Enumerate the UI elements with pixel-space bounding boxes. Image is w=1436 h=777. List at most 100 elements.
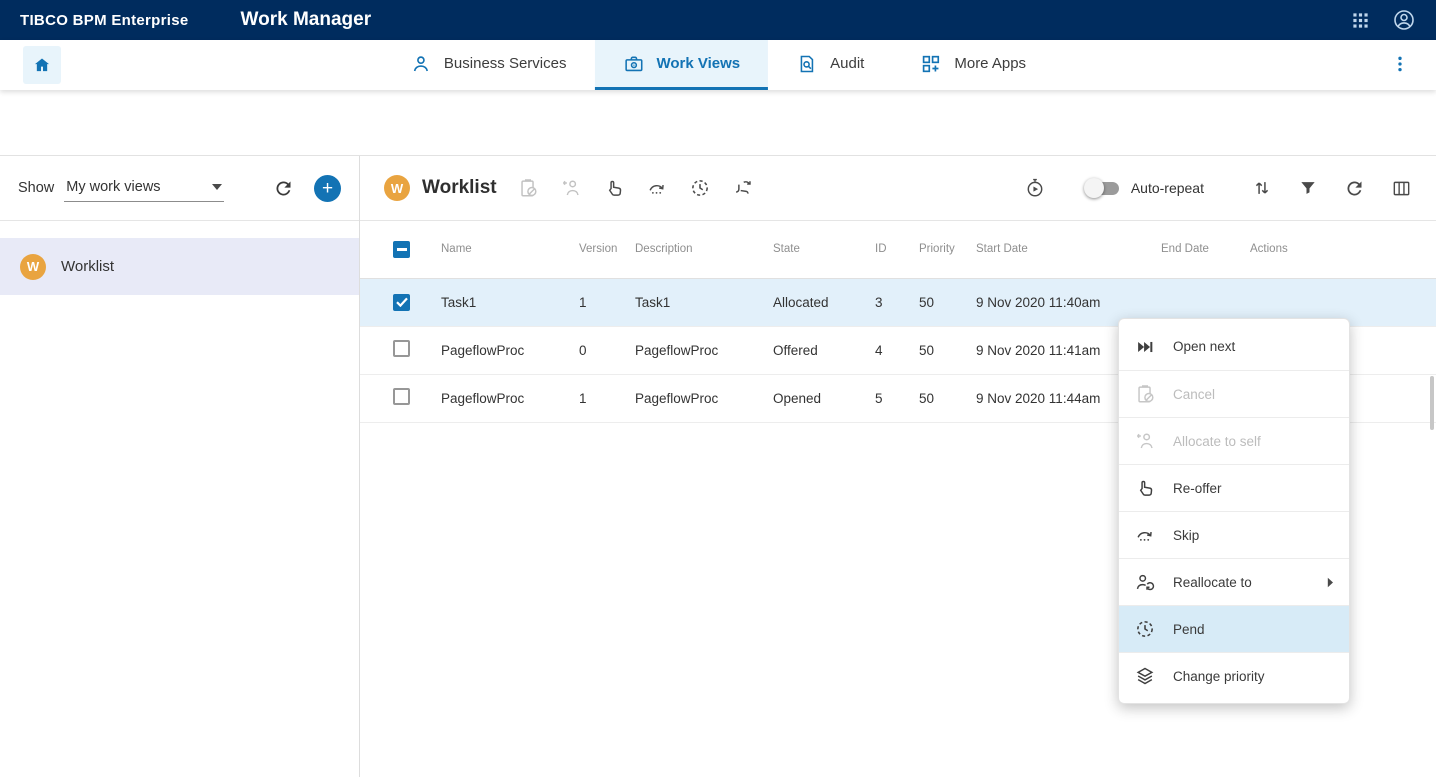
- menu-item-label: Open next: [1173, 339, 1235, 354]
- tab-label: Audit: [830, 55, 864, 72]
- app-title: Work Manager: [241, 9, 372, 31]
- re-offer-icon: [1134, 477, 1156, 499]
- cell-id: 4: [875, 326, 919, 374]
- column-header-priority[interactable]: Priority: [919, 221, 976, 278]
- work-view-item-label: Worklist: [61, 258, 114, 275]
- cancel-icon[interactable]: [517, 177, 539, 199]
- cell-name: PageflowProc: [441, 374, 579, 422]
- cell-state: Allocated: [773, 278, 875, 326]
- column-header-end-date[interactable]: End Date: [1161, 221, 1250, 278]
- home-icon: [32, 55, 52, 75]
- home-button[interactable]: [23, 46, 61, 84]
- menu-item-label: Reallocate to: [1173, 575, 1252, 590]
- column-header-name[interactable]: Name: [441, 221, 579, 278]
- menu-item-label: Skip: [1173, 528, 1199, 543]
- tab-work-views[interactable]: Work Views: [594, 40, 768, 90]
- cell-priority: 50: [919, 326, 976, 374]
- worklist-badge: W: [20, 254, 46, 280]
- menu-item-change-priority[interactable]: Change priority: [1119, 652, 1349, 699]
- work-view-item-worklist[interactable]: W Worklist: [0, 238, 359, 295]
- work-views-list: W Worklist: [0, 221, 359, 295]
- cell-id: 5: [875, 374, 919, 422]
- skip-icon[interactable]: [646, 177, 668, 199]
- menu-item-open-next[interactable]: Open next: [1119, 323, 1349, 370]
- overflow-menu-button[interactable]: [1390, 54, 1410, 77]
- menu-item-label: Change priority: [1173, 669, 1265, 684]
- tab-label: Work Views: [656, 55, 740, 72]
- filter-icon[interactable]: [1298, 178, 1318, 198]
- menu-item-skip[interactable]: Skip: [1119, 511, 1349, 558]
- business-services-icon: [410, 53, 432, 75]
- work-view-selector[interactable]: My work views: [64, 175, 224, 202]
- cell-priority: 50: [919, 278, 976, 326]
- menu-item-allocate-to-self[interactable]: Allocate to self: [1119, 417, 1349, 464]
- refresh-list-icon[interactable]: [1344, 178, 1365, 199]
- work-views-panel-header: Show My work views +: [0, 156, 359, 221]
- auto-repeat-toggle[interactable]: [1086, 182, 1119, 195]
- open-next-icon: [1134, 336, 1156, 358]
- column-header-description[interactable]: Description: [635, 221, 773, 278]
- auto-repeat-timer-icon[interactable]: [1024, 177, 1046, 199]
- toggle-knob: [1084, 178, 1104, 198]
- cell-name: Task1: [441, 278, 579, 326]
- brand-logo: TIBCO BPM Enterprise: [20, 12, 189, 29]
- re-offer-icon[interactable]: [603, 177, 625, 199]
- skip-icon: [1134, 524, 1156, 546]
- work-views-panel: Show My work views + W Worklist: [0, 156, 360, 777]
- pend-icon: [1134, 618, 1156, 640]
- topbar: TIBCO BPM Enterprise Work Manager: [0, 0, 1436, 40]
- worklist-header: W Worklist: [360, 156, 1436, 221]
- cell-version: 1: [579, 278, 635, 326]
- user-avatar-icon[interactable]: [1392, 8, 1416, 32]
- cell-id: 3: [875, 278, 919, 326]
- menu-item-re-offer[interactable]: Re-offer: [1119, 464, 1349, 511]
- kebab-icon: [1390, 54, 1410, 74]
- table-actions: [1252, 178, 1412, 199]
- row-checkbox[interactable]: [393, 388, 410, 405]
- select-all-checkbox[interactable]: [393, 241, 410, 258]
- auto-repeat-label: Auto-repeat: [1131, 180, 1204, 196]
- menu-item-label: Cancel: [1173, 387, 1215, 402]
- row-checkbox[interactable]: [393, 294, 410, 311]
- column-header-id[interactable]: ID: [875, 221, 919, 278]
- re-submit-icon[interactable]: [732, 177, 754, 199]
- column-header-version[interactable]: Version: [579, 221, 635, 278]
- cell-description: PageflowProc: [635, 374, 773, 422]
- row-checkbox[interactable]: [393, 340, 410, 357]
- chevron-down-icon: [212, 184, 222, 190]
- worklist-header-right: Auto-repeat: [1024, 177, 1412, 199]
- audit-icon: [796, 53, 818, 75]
- cell-name: PageflowProc: [441, 326, 579, 374]
- work-views-icon: [622, 53, 644, 75]
- column-header-start-date[interactable]: Start Date: [976, 221, 1161, 278]
- apps-grid-icon[interactable]: [1351, 11, 1370, 30]
- cell-version: 1: [579, 374, 635, 422]
- worklist-title: Worklist: [422, 177, 497, 199]
- sort-icon[interactable]: [1252, 178, 1272, 198]
- menu-item-cancel[interactable]: Cancel: [1119, 370, 1349, 417]
- navbar: Business Services Work Views Audit More …: [0, 40, 1436, 90]
- tab-more-apps[interactable]: More Apps: [892, 40, 1054, 90]
- row-actions-context-menu: Open next Cancel Allocate to self Re-off…: [1118, 318, 1350, 704]
- tab-business-services[interactable]: Business Services: [382, 40, 595, 90]
- scrollbar-thumb[interactable]: [1430, 376, 1434, 430]
- tab-audit[interactable]: Audit: [768, 40, 892, 90]
- menu-item-pend[interactable]: Pend: [1119, 605, 1349, 652]
- submenu-chevron-right-icon: [1327, 577, 1334, 588]
- change-priority-icon: [1134, 665, 1156, 687]
- cancel-icon: [1134, 383, 1156, 405]
- pend-icon[interactable]: [689, 177, 711, 199]
- more-apps-icon: [920, 53, 942, 75]
- allocate-to-self-icon[interactable]: [560, 177, 582, 199]
- columns-icon[interactable]: [1391, 178, 1412, 199]
- column-header-state[interactable]: State: [773, 221, 875, 278]
- table-header-row: Name Version Description State ID Priori…: [360, 221, 1436, 278]
- worklist-badge: W: [384, 175, 410, 201]
- cell-description: PageflowProc: [635, 326, 773, 374]
- cell-state: Opened: [773, 374, 875, 422]
- refresh-views-button[interactable]: [273, 178, 294, 199]
- cell-state: Offered: [773, 326, 875, 374]
- add-view-button[interactable]: +: [314, 175, 341, 202]
- menu-item-reallocate-to[interactable]: Reallocate to: [1119, 558, 1349, 605]
- column-header-actions: Actions: [1250, 221, 1436, 278]
